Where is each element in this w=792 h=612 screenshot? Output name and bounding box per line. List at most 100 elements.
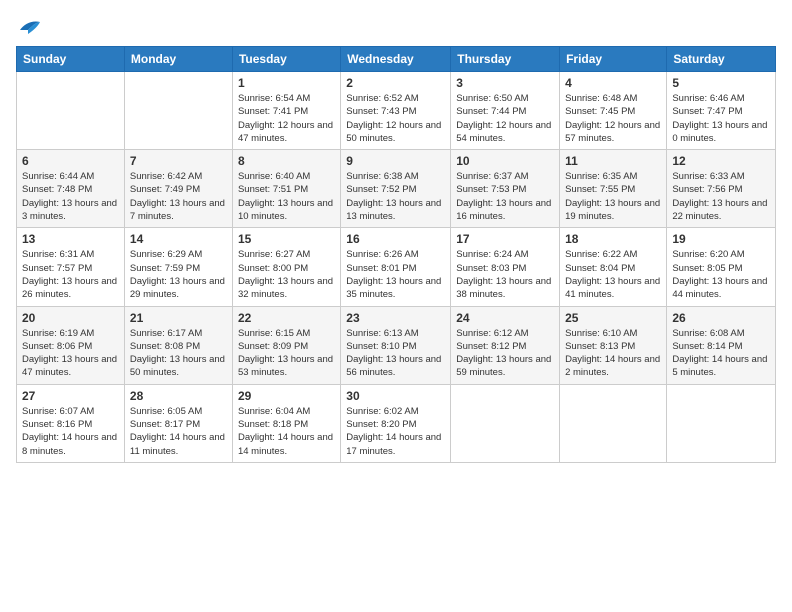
day-number: 3	[456, 76, 554, 90]
day-number: 12	[672, 154, 770, 168]
day-detail: Sunrise: 6:05 AMSunset: 8:17 PMDaylight:…	[130, 405, 227, 458]
calendar-cell: 10 Sunrise: 6:37 AMSunset: 7:53 PMDayligh…	[451, 150, 560, 228]
day-number: 21	[130, 311, 227, 325]
day-detail: Sunrise: 6:15 AMSunset: 8:09 PMDaylight:…	[238, 327, 335, 380]
day-detail: Sunrise: 6:42 AMSunset: 7:49 PMDaylight:…	[130, 170, 227, 223]
header	[16, 16, 776, 34]
calendar-cell: 30 Sunrise: 6:02 AMSunset: 8:20 PMDayligh…	[341, 384, 451, 462]
day-detail: Sunrise: 6:07 AMSunset: 8:16 PMDaylight:…	[22, 405, 119, 458]
col-header-thursday: Thursday	[451, 47, 560, 72]
day-detail: Sunrise: 6:04 AMSunset: 8:18 PMDaylight:…	[238, 405, 335, 458]
calendar-cell: 27 Sunrise: 6:07 AMSunset: 8:16 PMDayligh…	[17, 384, 125, 462]
logo	[16, 16, 40, 34]
calendar-week-row: 27 Sunrise: 6:07 AMSunset: 8:16 PMDayligh…	[17, 384, 776, 462]
day-number: 7	[130, 154, 227, 168]
col-header-friday: Friday	[560, 47, 667, 72]
calendar-cell: 24Sunrise: 6:12 AMSunset: 8:12 PMDayligh…	[451, 306, 560, 384]
calendar-week-row: 6 Sunrise: 6:44 AMSunset: 7:48 PMDaylight…	[17, 150, 776, 228]
col-header-saturday: Saturday	[667, 47, 776, 72]
day-number: 15	[238, 232, 335, 246]
day-number: 25	[565, 311, 661, 325]
calendar-cell: 6 Sunrise: 6:44 AMSunset: 7:48 PMDaylight…	[17, 150, 125, 228]
calendar-cell: 17 Sunrise: 6:24 AMSunset: 8:03 PMDayligh…	[451, 228, 560, 306]
day-number: 5	[672, 76, 770, 90]
calendar-week-row: 20 Sunrise: 6:19 AMSunset: 8:06 PMDayligh…	[17, 306, 776, 384]
calendar-cell: 22 Sunrise: 6:15 AMSunset: 8:09 PMDayligh…	[232, 306, 340, 384]
calendar-cell: 13Sunrise: 6:31 AMSunset: 7:57 PMDayligh…	[17, 228, 125, 306]
calendar-header-row: SundayMondayTuesdayWednesdayThursdayFrid…	[17, 47, 776, 72]
calendar-cell: 21 Sunrise: 6:17 AMSunset: 8:08 PMDayligh…	[124, 306, 232, 384]
calendar-cell: 25 Sunrise: 6:10 AMSunset: 8:13 PMDayligh…	[560, 306, 667, 384]
day-detail: Sunrise: 6:50 AMSunset: 7:44 PMDaylight:…	[456, 92, 554, 145]
day-number: 17	[456, 232, 554, 246]
day-detail: Sunrise: 6:46 AMSunset: 7:47 PMDaylight:…	[672, 92, 770, 145]
calendar-cell: 5 Sunrise: 6:46 AMSunset: 7:47 PMDaylight…	[667, 72, 776, 150]
day-detail: Sunrise: 6:02 AMSunset: 8:20 PMDaylight:…	[346, 405, 445, 458]
page: SundayMondayTuesdayWednesdayThursdayFrid…	[0, 0, 792, 612]
day-detail: Sunrise: 6:40 AMSunset: 7:51 PMDaylight:…	[238, 170, 335, 223]
day-detail: Sunrise: 6:54 AMSunset: 7:41 PMDaylight:…	[238, 92, 335, 145]
calendar-cell: 2 Sunrise: 6:52 AMSunset: 7:43 PMDaylight…	[341, 72, 451, 150]
calendar-cell: 12 Sunrise: 6:33 AMSunset: 7:56 PMDayligh…	[667, 150, 776, 228]
calendar-cell: 7 Sunrise: 6:42 AMSunset: 7:49 PMDaylight…	[124, 150, 232, 228]
day-number: 16	[346, 232, 445, 246]
day-number: 14	[130, 232, 227, 246]
day-detail: Sunrise: 6:26 AMSunset: 8:01 PMDaylight:…	[346, 248, 445, 301]
calendar-cell: 16 Sunrise: 6:26 AMSunset: 8:01 PMDayligh…	[341, 228, 451, 306]
day-detail: Sunrise: 6:48 AMSunset: 7:45 PMDaylight:…	[565, 92, 661, 145]
day-number: 18	[565, 232, 661, 246]
day-detail: Sunrise: 6:52 AMSunset: 7:43 PMDaylight:…	[346, 92, 445, 145]
day-number: 24	[456, 311, 554, 325]
day-detail: Sunrise: 6:37 AMSunset: 7:53 PMDaylight:…	[456, 170, 554, 223]
day-detail: Sunrise: 6:44 AMSunset: 7:48 PMDaylight:…	[22, 170, 119, 223]
calendar-cell: 14 Sunrise: 6:29 AMSunset: 7:59 PMDayligh…	[124, 228, 232, 306]
day-number: 29	[238, 389, 335, 403]
col-header-monday: Monday	[124, 47, 232, 72]
day-detail: Sunrise: 6:35 AMSunset: 7:55 PMDaylight:…	[565, 170, 661, 223]
day-detail: Sunrise: 6:10 AMSunset: 8:13 PMDaylight:…	[565, 327, 661, 380]
day-detail: Sunrise: 6:29 AMSunset: 7:59 PMDaylight:…	[130, 248, 227, 301]
day-number: 27	[22, 389, 119, 403]
day-number: 30	[346, 389, 445, 403]
calendar-cell: 28 Sunrise: 6:05 AMSunset: 8:17 PMDayligh…	[124, 384, 232, 462]
calendar-cell	[124, 72, 232, 150]
day-number: 4	[565, 76, 661, 90]
day-number: 23	[346, 311, 445, 325]
calendar-cell: 4 Sunrise: 6:48 AMSunset: 7:45 PMDaylight…	[560, 72, 667, 150]
calendar-cell: 15 Sunrise: 6:27 AMSunset: 8:00 PMDayligh…	[232, 228, 340, 306]
calendar-cell	[667, 384, 776, 462]
calendar-cell: 11 Sunrise: 6:35 AMSunset: 7:55 PMDayligh…	[560, 150, 667, 228]
day-number: 9	[346, 154, 445, 168]
day-detail: Sunrise: 6:27 AMSunset: 8:00 PMDaylight:…	[238, 248, 335, 301]
calendar-cell	[560, 384, 667, 462]
day-number: 1	[238, 76, 335, 90]
calendar-cell: 19Sunrise: 6:20 AMSunset: 8:05 PMDayligh…	[667, 228, 776, 306]
day-number: 8	[238, 154, 335, 168]
calendar-cell: 1 Sunrise: 6:54 AMSunset: 7:41 PMDaylight…	[232, 72, 340, 150]
day-number: 6	[22, 154, 119, 168]
day-detail: Sunrise: 6:38 AMSunset: 7:52 PMDaylight:…	[346, 170, 445, 223]
day-number: 22	[238, 311, 335, 325]
day-detail: Sunrise: 6:24 AMSunset: 8:03 PMDaylight:…	[456, 248, 554, 301]
day-number: 19	[672, 232, 770, 246]
day-detail: Sunrise: 6:33 AMSunset: 7:56 PMDaylight:…	[672, 170, 770, 223]
day-number: 11	[565, 154, 661, 168]
calendar-cell: 3 Sunrise: 6:50 AMSunset: 7:44 PMDaylight…	[451, 72, 560, 150]
calendar-cell	[451, 384, 560, 462]
calendar-cell: 26Sunrise: 6:08 AMSunset: 8:14 PMDayligh…	[667, 306, 776, 384]
calendar-cell	[17, 72, 125, 150]
day-detail: Sunrise: 6:17 AMSunset: 8:08 PMDaylight:…	[130, 327, 227, 380]
calendar-cell: 18Sunrise: 6:22 AMSunset: 8:04 PMDayligh…	[560, 228, 667, 306]
day-number: 28	[130, 389, 227, 403]
day-number: 20	[22, 311, 119, 325]
day-detail: Sunrise: 6:13 AMSunset: 8:10 PMDaylight:…	[346, 327, 445, 380]
calendar-cell: 29 Sunrise: 6:04 AMSunset: 8:18 PMDayligh…	[232, 384, 340, 462]
col-header-tuesday: Tuesday	[232, 47, 340, 72]
day-number: 10	[456, 154, 554, 168]
day-detail: Sunrise: 6:19 AMSunset: 8:06 PMDaylight:…	[22, 327, 119, 380]
logo-bird-icon	[18, 16, 40, 34]
calendar-week-row: 13Sunrise: 6:31 AMSunset: 7:57 PMDayligh…	[17, 228, 776, 306]
calendar-cell: 20 Sunrise: 6:19 AMSunset: 8:06 PMDayligh…	[17, 306, 125, 384]
day-number: 26	[672, 311, 770, 325]
day-number: 2	[346, 76, 445, 90]
